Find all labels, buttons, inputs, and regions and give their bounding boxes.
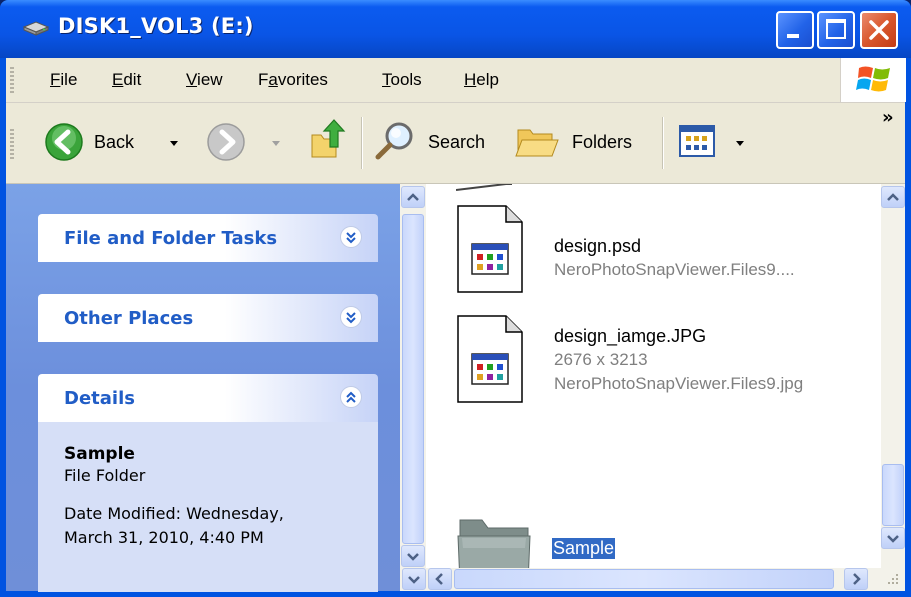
menu-edit[interactable]: Edit xyxy=(112,70,141,90)
details-body: Sample File Folder Date Modified: Wednes… xyxy=(38,422,378,592)
folders-icon xyxy=(515,129,559,157)
file-name: design.psd xyxy=(554,236,642,256)
explorer-window: DISK1_VOL3 (E:) File Edit View Favorites… xyxy=(0,0,911,597)
window-title: DISK1_VOL3 (E:) xyxy=(58,14,254,38)
other-places-header[interactable]: Other Places xyxy=(38,294,378,342)
details-panel: Details Sample File Folder Date Modified… xyxy=(38,374,378,592)
close-icon xyxy=(869,20,889,40)
details-name: Sample xyxy=(64,444,135,464)
list-item[interactable]: Sample xyxy=(426,506,881,568)
image-file-icon xyxy=(457,315,523,403)
task-pane: File and Folder Tasks Other Places Detai… xyxy=(6,184,400,592)
expand-chevron-icon[interactable] xyxy=(340,306,362,328)
views-button[interactable] xyxy=(678,120,754,164)
details-date-line2: March 31, 2010, 4:40 PM xyxy=(64,528,264,547)
file-dimensions: 2676 x 3213 xyxy=(554,350,648,369)
scroll-up-button[interactable] xyxy=(401,186,425,208)
details-header[interactable]: Details xyxy=(38,374,378,422)
collapse-chevron-icon[interactable] xyxy=(340,386,362,408)
partial-item-icon xyxy=(456,184,512,191)
windows-logo-area xyxy=(840,58,906,102)
windows-logo-icon xyxy=(856,66,890,92)
horizontal-scrollbar[interactable] xyxy=(400,568,905,591)
expand-chevron-icon[interactable] xyxy=(340,226,362,248)
search-icon xyxy=(375,122,413,160)
chevron-down-icon xyxy=(887,535,899,543)
file-folder-tasks-panel: File and Folder Tasks xyxy=(38,214,378,262)
minimize-button[interactable] xyxy=(776,11,814,49)
menu-view[interactable]: View xyxy=(186,70,223,90)
scroll-left-button[interactable] xyxy=(428,568,452,590)
menu-bar: File Edit View Favorites Tools Help xyxy=(6,58,906,103)
details-type: File Folder xyxy=(64,466,146,485)
scroll-thumb[interactable] xyxy=(402,214,424,544)
forward-dropdown-icon[interactable] xyxy=(270,138,282,150)
views-dropdown-icon xyxy=(736,141,744,146)
forward-arrow-icon xyxy=(207,123,245,161)
toolbar: Back Search Folders » xyxy=(6,103,905,184)
toolbar-separator xyxy=(361,117,362,169)
file-type: NeroPhotoSnapViewer.Files9.... xyxy=(554,260,795,279)
close-button[interactable] xyxy=(860,11,898,49)
chevron-down-icon xyxy=(408,576,420,584)
folder-icon xyxy=(457,519,531,568)
scroll-right-button[interactable] xyxy=(844,568,868,590)
menu-help[interactable]: Help xyxy=(464,70,499,90)
drive-icon xyxy=(22,20,50,36)
menubar-grip[interactable] xyxy=(10,65,14,95)
file-name: design_iamge.JPG xyxy=(554,326,707,346)
up-folder-icon[interactable] xyxy=(308,117,348,163)
chevron-left-icon xyxy=(435,573,443,585)
scroll-down-button[interactable] xyxy=(401,545,425,567)
back-arrow-icon xyxy=(45,123,83,161)
forward-button[interactable] xyxy=(206,120,286,164)
file-type: NeroPhotoSnapViewer.Files9.jpg xyxy=(554,374,804,393)
taskpane-scrollbar[interactable] xyxy=(400,184,426,568)
scroll-thumb[interactable] xyxy=(882,464,904,526)
image-file-icon xyxy=(457,205,523,293)
window-body: File Edit View Favorites Tools Help Back… xyxy=(6,58,906,592)
title-bar[interactable]: DISK1_VOL3 (E:) xyxy=(0,0,911,58)
chevron-down-icon xyxy=(407,553,419,561)
resize-grip-icon[interactable] xyxy=(880,568,902,590)
panel-title: File and Folder Tasks xyxy=(64,228,278,249)
file-list[interactable]: design.psd NeroPhotoSnapViewer.Files9...… xyxy=(426,184,881,568)
file-name: Sample xyxy=(552,538,616,559)
toolbar-separator xyxy=(662,117,663,169)
toolbar-grip[interactable] xyxy=(10,127,14,161)
list-item[interactable]: design_iamge.JPG 2676 x 3213 NeroPhotoSn… xyxy=(426,306,881,410)
menu-tools[interactable]: Tools xyxy=(382,70,422,90)
other-places-panel: Other Places xyxy=(38,294,378,342)
menu-file[interactable]: File xyxy=(50,70,77,90)
scroll-thumb[interactable] xyxy=(454,569,834,589)
list-item[interactable]: design.psd NeroPhotoSnapViewer.Files9...… xyxy=(426,198,881,302)
scroll-down-button[interactable] xyxy=(881,527,905,549)
details-date-line1: Date Modified: Wednesday, xyxy=(64,504,284,523)
folders-button[interactable]: Folders xyxy=(514,120,654,164)
chevron-right-icon xyxy=(853,573,861,585)
back-dropdown-icon[interactable] xyxy=(168,138,180,150)
scroll-down-button[interactable] xyxy=(402,568,426,590)
menu-favorites[interactable]: Favorites xyxy=(258,70,328,90)
search-button[interactable]: Search xyxy=(372,120,502,164)
toolbar-overflow-chevron[interactable]: » xyxy=(882,107,894,128)
scroll-up-button[interactable] xyxy=(881,186,905,208)
filelist-scrollbar[interactable] xyxy=(881,184,905,568)
chevron-up-icon xyxy=(887,193,899,201)
back-button[interactable]: Back xyxy=(44,120,194,164)
maximize-icon xyxy=(826,19,846,39)
file-folder-tasks-header[interactable]: File and Folder Tasks xyxy=(38,214,378,262)
panel-title: Details xyxy=(64,388,135,409)
panel-title: Other Places xyxy=(64,308,194,329)
views-icon xyxy=(679,125,715,157)
maximize-button[interactable] xyxy=(817,11,855,49)
chevron-up-icon xyxy=(407,193,419,201)
minimize-icon xyxy=(787,34,799,38)
